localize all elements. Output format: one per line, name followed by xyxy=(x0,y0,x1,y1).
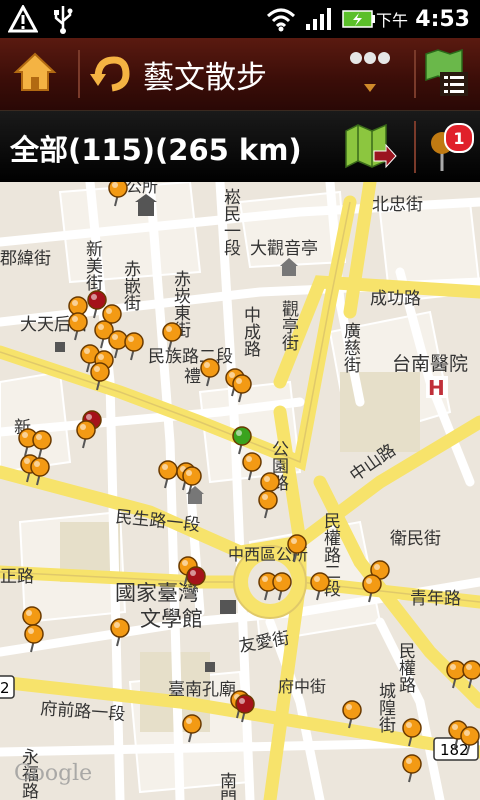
map-navigate-icon xyxy=(345,123,397,169)
status-bar: 下午 4:53 xyxy=(0,0,480,38)
map-canvas[interactable]: 區公所 大觀音亭 大天后宮 台南醫院 中西區公所 國家臺灣 文學館 臺南孔廟 禮… xyxy=(0,182,480,800)
warning-icon xyxy=(8,0,38,38)
more-dots-icon xyxy=(350,52,390,92)
street-label: 府中街 xyxy=(278,677,326,696)
filter-bar: 全部(115)(265 km) 1 xyxy=(0,110,480,183)
street-label: 觀亭街 xyxy=(278,300,299,351)
route-badge: 2 xyxy=(0,675,15,699)
undo-arrow-icon xyxy=(90,56,130,92)
hospital-icon: H xyxy=(426,376,448,400)
building-icon xyxy=(205,662,215,672)
battery-icon xyxy=(342,0,376,38)
notification-badge: 1 xyxy=(444,123,474,153)
map-view[interactable]: 區公所 大觀音亭 大天后宮 台南醫院 中西區公所 國家臺灣 文學館 臺南孔廟 禮… xyxy=(0,182,480,800)
map-list-icon xyxy=(425,48,468,96)
map-label: 禮 xyxy=(184,367,201,387)
google-logo: Google xyxy=(14,761,92,786)
page-title: 藝文散步 xyxy=(143,60,267,96)
map-label: 國家臺灣 xyxy=(115,581,199,605)
street-label: 郡緯街 xyxy=(0,249,51,269)
street-label: 城隍街 xyxy=(375,682,396,733)
museum-icon xyxy=(220,600,236,614)
filter-summary[interactable]: 全部(115)(265 km) xyxy=(10,127,302,169)
street-label: 廣慈街 xyxy=(340,322,361,373)
map-label: 大觀音亭 xyxy=(250,239,318,259)
building-icon xyxy=(55,342,65,352)
street-label: 赤嵌街 xyxy=(120,260,141,311)
map-label: 文學館 xyxy=(140,607,203,631)
svg-text:H: H xyxy=(428,376,445,400)
pin-alert-button[interactable]: 1 xyxy=(428,121,474,179)
status-ampm: 下午 xyxy=(375,11,408,30)
status-time: 4:53 xyxy=(415,6,470,32)
street-label: 成功路 xyxy=(370,289,421,309)
map-label: 臺南孔廟 xyxy=(168,680,236,700)
home-icon xyxy=(13,52,57,91)
street-label: 民權路 xyxy=(395,642,416,693)
more-options-button[interactable] xyxy=(344,48,396,104)
map-label: 台南醫院 xyxy=(392,353,468,375)
usb-icon xyxy=(52,0,74,38)
divider xyxy=(414,121,416,173)
map-navigate-button[interactable] xyxy=(344,123,398,177)
street-label: 正路 xyxy=(0,567,34,587)
street-label: 民族路二段 xyxy=(148,347,233,367)
map-list-button[interactable] xyxy=(422,48,472,102)
wifi-icon xyxy=(266,0,296,38)
divider xyxy=(414,50,416,98)
street-label: 北忠街 xyxy=(372,195,423,215)
street-label: 衛民街 xyxy=(390,529,441,549)
divider xyxy=(78,50,80,98)
street-label: 崧民一段 xyxy=(220,188,241,256)
street-label: 新美街 xyxy=(82,240,103,291)
street-label: 青年路 xyxy=(410,589,461,609)
title-bar: 藝文散步 xyxy=(0,38,480,110)
back-button[interactable] xyxy=(88,52,132,100)
street-label: 南門 xyxy=(216,772,236,800)
signal-icon xyxy=(304,0,334,38)
street-label: 中成路 xyxy=(240,306,261,357)
svg-text:2: 2 xyxy=(0,679,10,697)
home-button[interactable] xyxy=(12,50,58,100)
